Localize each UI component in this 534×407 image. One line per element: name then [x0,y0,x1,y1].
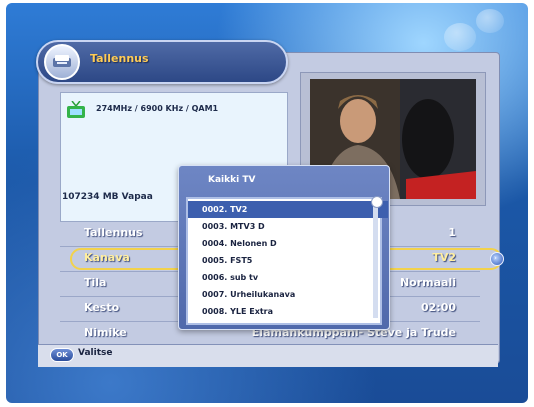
recording-device-icon [44,44,80,80]
circle-arrow-icon[interactable]: › [490,252,504,266]
setting-value: 02:00 [420,301,456,314]
page-title: Tallennus [90,52,149,65]
setting-label: Tila [84,276,107,289]
popup-scrollbar[interactable] [373,200,378,318]
channel-list-item[interactable]: 0002. TV2 [188,201,388,218]
setting-value: 1 [448,226,456,239]
channel-list-item[interactable]: 0008. YLE Extra [188,303,388,320]
channel-list-item[interactable]: 0007. Urheilukanava [188,286,388,303]
setting-label: Kanava [84,251,130,264]
setting-value: TV2 [432,251,456,264]
channel-list-item[interactable]: 0006. sub tv [188,269,388,286]
channel-list: 0002. TV2 0003. MTV3 D 0004. Nelonen D 0… [186,197,388,325]
ok-button[interactable]: OK [50,348,74,362]
background-bubble [476,9,504,33]
setting-value: Normaali [399,276,456,289]
tv-icon [66,100,86,123]
setting-label: Tallennus [84,226,143,239]
popup-title: Kaikki TV [208,175,256,185]
channel-list-item[interactable]: 0003. MTV3 D [188,218,388,235]
setting-label: Nimike [84,326,127,339]
setting-label: Kesto [84,301,120,314]
channel-list-item[interactable]: 0004. Nelonen D [188,235,388,252]
channel-list-item[interactable]: 0005. FST5 [188,252,388,269]
frequency-text: 274MHz / 6900 KHz / QAM1 [96,104,219,113]
footer-action-label: Valitse [78,348,113,358]
background-bubble [444,23,476,51]
scrollbar-thumb[interactable] [371,196,383,208]
free-space-text: 107234 MB Vapaa [62,192,153,202]
